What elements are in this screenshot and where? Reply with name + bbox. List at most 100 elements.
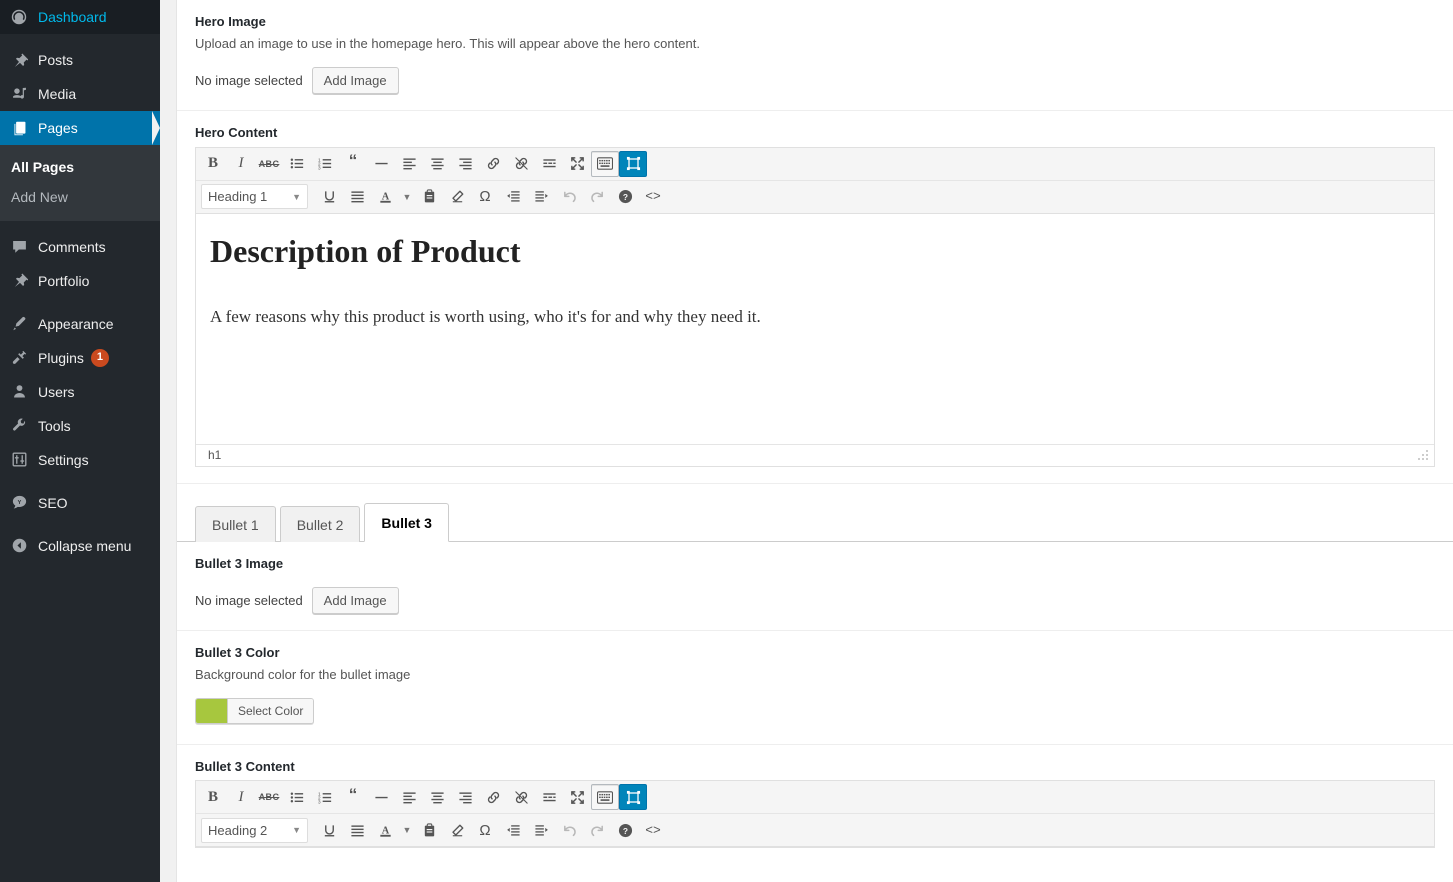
insert-link-icon[interactable] — [479, 151, 507, 177]
hero-content-label: Hero Content — [195, 124, 278, 140]
distraction-free-icon[interactable] — [563, 784, 591, 810]
insert-link-icon[interactable] — [479, 784, 507, 810]
sidebar-item-add-new[interactable]: Add New — [0, 182, 160, 212]
keyboard-shortcuts-icon[interactable]: ? — [611, 184, 639, 210]
editor-toolbar-row-1: B I ABC 123 “ — [196, 147, 1434, 181]
sidebar-item-comments[interactable]: Comments — [0, 230, 160, 264]
format-select[interactable]: Heading 2 ▼ — [201, 817, 308, 843]
strikethrough-icon[interactable]: ABC — [255, 151, 283, 177]
justify-icon[interactable] — [343, 817, 371, 843]
svg-text:3: 3 — [318, 799, 321, 804]
element-path[interactable]: h1 — [208, 448, 221, 462]
source-code-icon[interactable]: <> — [639, 184, 667, 210]
bold-icon[interactable]: B — [199, 151, 227, 177]
numbered-list-icon[interactable]: 123 — [311, 151, 339, 177]
bulleted-list-icon[interactable] — [283, 784, 311, 810]
sidebar-item-dashboard[interactable]: Dashboard — [0, 0, 160, 34]
text-color-icon[interactable]: A — [371, 817, 399, 843]
remove-link-icon[interactable] — [507, 151, 535, 177]
align-center-icon[interactable] — [423, 151, 451, 177]
blockquote-icon[interactable]: “ — [339, 151, 367, 177]
hero-paragraph-text[interactable]: A few reasons why this product is worth … — [210, 304, 1420, 330]
italic-icon[interactable]: I — [227, 784, 255, 810]
svg-text:3: 3 — [318, 165, 321, 170]
sidebar-item-all-pages[interactable]: All Pages — [0, 152, 160, 182]
text-color-dropdown-icon[interactable]: ▼ — [399, 184, 415, 210]
format-select[interactable]: Heading 1 ▼ — [201, 184, 308, 210]
underline-icon[interactable] — [315, 184, 343, 210]
sidebar-item-appearance[interactable]: Appearance — [0, 307, 160, 341]
tab-bullet-2[interactable]: Bullet 2 — [279, 505, 361, 542]
horizontal-rule-icon[interactable] — [367, 151, 395, 177]
bullet3-add-image-button[interactable]: Add Image — [311, 586, 399, 614]
hero-add-image-button[interactable]: Add Image — [311, 66, 399, 94]
undo-icon[interactable] — [555, 817, 583, 843]
numbered-list-icon[interactable]: 123 — [311, 784, 339, 810]
read-more-icon[interactable] — [535, 151, 563, 177]
paste-as-text-icon[interactable] — [415, 184, 443, 210]
align-center-icon[interactable] — [423, 784, 451, 810]
horizontal-rule-icon[interactable] — [367, 784, 395, 810]
sidebar-item-tools[interactable]: Tools — [0, 409, 160, 443]
sidebar-item-pages[interactable]: Pages — [0, 111, 160, 145]
admin-sidebar: Dashboard Posts Media Pages All Pages Ad… — [0, 0, 160, 882]
underline-icon[interactable] — [315, 817, 343, 843]
align-left-icon[interactable] — [395, 151, 423, 177]
tab-bullet-1[interactable]: Bullet 1 — [195, 505, 276, 542]
special-character-icon[interactable]: Ω — [471, 817, 499, 843]
select-color-button[interactable]: Select Color — [228, 698, 314, 723]
text-color-icon[interactable]: A — [371, 184, 399, 210]
plugin-icon — [9, 348, 29, 368]
sidebar-item-media[interactable]: Media — [0, 77, 160, 111]
sidebar-item-portfolio[interactable]: Portfolio — [0, 264, 160, 298]
sidebar-item-label: SEO — [38, 494, 68, 511]
read-more-icon[interactable] — [535, 784, 563, 810]
distraction-free-icon[interactable] — [563, 151, 591, 177]
blockquote-icon[interactable]: “ — [339, 784, 367, 810]
text-color-dropdown-icon[interactable]: ▼ — [399, 817, 415, 843]
color-swatch[interactable] — [196, 698, 228, 723]
sidebar-item-label: Media — [38, 86, 77, 102]
decrease-indent-icon[interactable] — [499, 184, 527, 210]
align-right-icon[interactable] — [451, 784, 479, 810]
keyboard-shortcuts-icon[interactable]: ? — [611, 817, 639, 843]
redo-icon[interactable] — [583, 184, 611, 210]
clear-formatting-icon[interactable] — [443, 817, 471, 843]
special-character-icon[interactable]: Ω — [471, 184, 499, 210]
hero-content-editor: B I ABC 123 “ Heading 1 ▼ A ▼ Ω ? <> Des… — [195, 146, 1435, 467]
redo-icon[interactable] — [583, 817, 611, 843]
sidebar-item-users[interactable]: Users — [0, 375, 160, 409]
undo-icon[interactable] — [555, 184, 583, 210]
hero-content-editable[interactable]: Description of Product A few reasons why… — [196, 213, 1434, 444]
hero-heading-text[interactable]: Description of Product — [210, 232, 1420, 270]
toolbar-toggle-icon[interactable] — [591, 784, 619, 811]
increase-indent-icon[interactable] — [527, 184, 555, 210]
sidebar-item-seo[interactable]: Y SEO — [0, 486, 160, 520]
paste-as-text-icon[interactable] — [415, 817, 443, 843]
justify-icon[interactable] — [343, 184, 371, 210]
sidebar-item-posts[interactable]: Posts — [0, 43, 160, 77]
sidebar-item-plugins[interactable]: Plugins 1 — [0, 341, 160, 375]
sidebar-item-label: Posts — [38, 52, 74, 68]
color-picker[interactable]: Select Color — [195, 697, 315, 724]
editor-resize-handle[interactable] — [1416, 448, 1430, 462]
strikethrough-icon[interactable]: ABC — [255, 784, 283, 810]
italic-icon[interactable]: I — [227, 151, 255, 177]
page-builder-icon[interactable] — [619, 784, 647, 811]
align-left-icon[interactable] — [395, 784, 423, 810]
bold-icon[interactable]: B — [199, 784, 227, 810]
sidebar-item-settings[interactable]: Settings — [0, 443, 160, 477]
decrease-indent-icon[interactable] — [499, 817, 527, 843]
toolbar-toggle-icon[interactable] — [591, 150, 619, 177]
media-icon — [9, 84, 29, 104]
tab-bullet-3[interactable]: Bullet 3 — [364, 502, 449, 542]
increase-indent-icon[interactable] — [527, 817, 555, 843]
page-builder-icon[interactable] — [619, 150, 647, 177]
bulleted-list-icon[interactable] — [283, 151, 311, 177]
align-right-icon[interactable] — [451, 151, 479, 177]
remove-link-icon[interactable] — [507, 784, 535, 810]
bullet3-image-controls: No image selected Add Image — [195, 586, 1435, 614]
source-code-icon[interactable]: <> — [639, 817, 667, 843]
sidebar-item-collapse-menu[interactable]: Collapse menu — [0, 529, 160, 563]
clear-formatting-icon[interactable] — [443, 184, 471, 210]
